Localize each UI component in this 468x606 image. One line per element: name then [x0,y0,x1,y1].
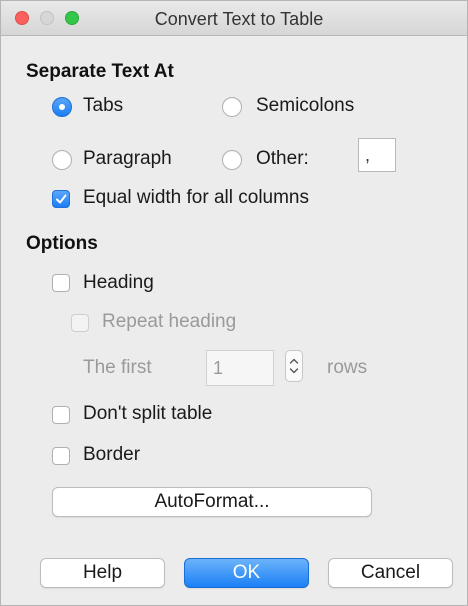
dont-split-table-checkbox[interactable] [52,406,70,424]
cancel-button[interactable]: Cancel [328,558,453,588]
other-label: Other: [256,148,309,169]
heading-label: Heading [83,272,154,293]
paragraph-radio[interactable] [52,150,72,170]
convert-text-to-table-dialog: Convert Text to Table Separate Text At T… [0,0,468,606]
tabs-label: Tabs [83,95,124,116]
other-radio[interactable] [222,150,242,170]
dont-split-table-label: Don't split table [83,403,213,424]
equal-width-checkbox[interactable] [52,190,70,208]
tabs-radio[interactable] [52,97,72,117]
checkmark-icon [56,194,67,204]
border-checkbox[interactable] [52,447,70,465]
border-label: Border [83,444,141,465]
separate-text-at-heading: Separate Text At [26,61,174,82]
heading-checkbox[interactable] [52,274,70,292]
autoformat-button[interactable]: AutoFormat... [52,487,372,517]
other-separator-input[interactable] [358,138,396,172]
window-title: Convert Text to Table [154,9,324,29]
ok-button[interactable]: OK [184,558,309,588]
title-bar: Convert Text to Table [1,1,467,36]
semicolons-radio[interactable] [222,97,242,117]
options-heading: Options [26,233,98,254]
heading-rows-stepper[interactable] [285,350,303,382]
equal-width-label: Equal width for all columns [83,187,309,208]
help-button[interactable]: Help [40,558,165,588]
semicolons-label: Semicolons [256,95,355,116]
paragraph-label: Paragraph [83,148,172,169]
repeat-heading-checkbox[interactable] [71,314,89,332]
rows-label: rows [327,357,368,378]
heading-rows-input[interactable] [206,350,274,386]
stepper-updown-icon [289,358,299,374]
repeat-heading-label: Repeat heading [102,311,237,332]
the-first-label: The first [83,357,152,378]
